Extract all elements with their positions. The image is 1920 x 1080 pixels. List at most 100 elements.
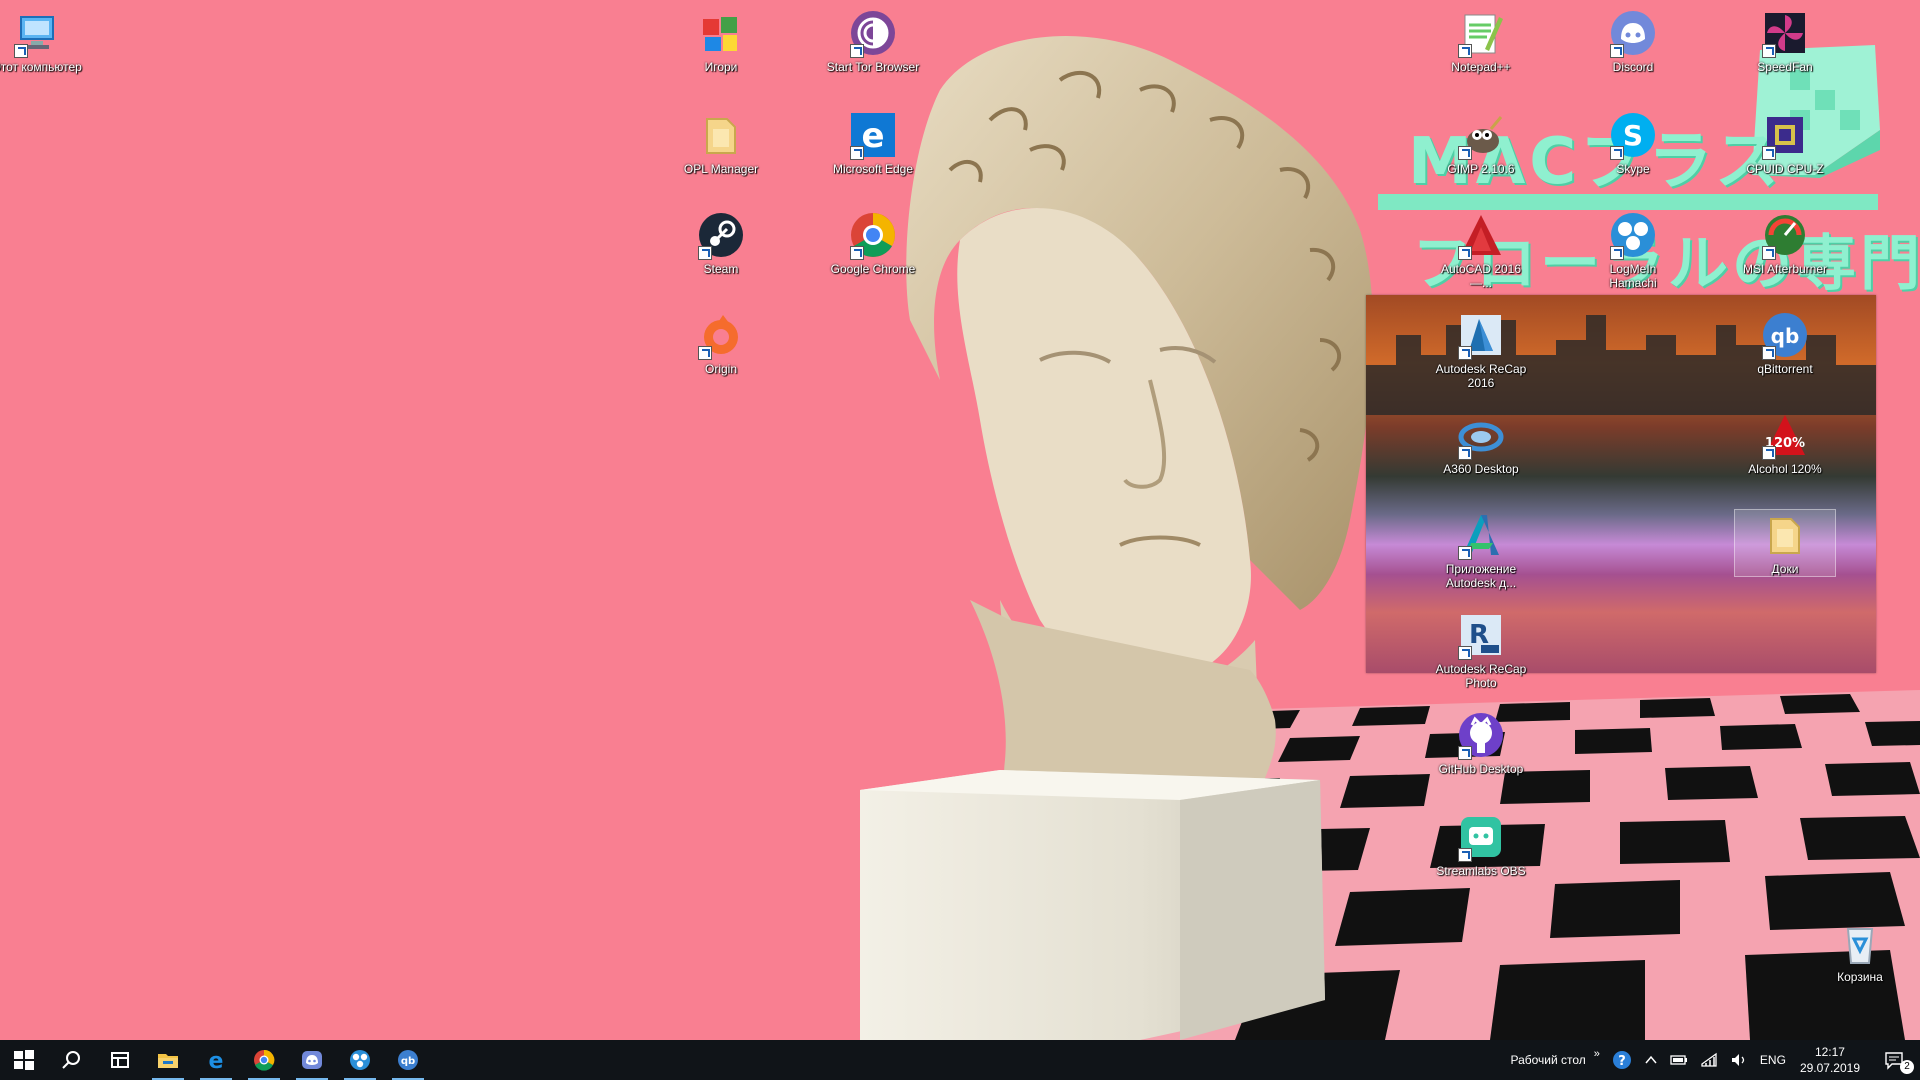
folder-icon	[696, 110, 746, 160]
chevron-up-icon	[1645, 1055, 1657, 1064]
battery-icon	[1670, 1055, 1687, 1065]
qbittorrent-button[interactable]: qb	[384, 1040, 432, 1080]
qbittorrent-icon: qb	[1760, 310, 1810, 360]
desktop-icon-opl-manager[interactable]: OPL Manager	[671, 110, 771, 176]
network-tray-icon[interactable]	[1694, 1040, 1724, 1080]
desktop-icon-label: Streamlabs OBS	[1436, 864, 1526, 878]
desktop-icon-label: Autodesk ReCap 2016	[1435, 362, 1527, 390]
desktop-icon-a360[interactable]: A360 Desktop	[1431, 410, 1531, 476]
volume-tray-icon[interactable]	[1724, 1040, 1754, 1080]
svg-text:qb: qb	[401, 1056, 415, 1067]
autodesk-icon	[1456, 510, 1506, 560]
afterburner-icon	[1760, 210, 1810, 260]
question-icon: ?	[1612, 1051, 1631, 1069]
notification-count-badge: 2	[1900, 1060, 1914, 1074]
desktop-icon-label: AutoCAD 2016 —...	[1440, 262, 1522, 290]
help-tray-icon[interactable]: ?	[1606, 1040, 1638, 1080]
streamlabs-icon	[1456, 812, 1506, 862]
desktop-icon-games[interactable]: Игори	[671, 8, 771, 74]
desktop-icon-autodesk-app[interactable]: Приложение Autodesk д...	[1431, 510, 1531, 590]
action-center-button[interactable]: 2	[1868, 1040, 1920, 1080]
desktop-icon-label: GitHub Desktop	[1438, 762, 1524, 776]
desktop-icon-label: LogMeIn Hamachi	[1609, 262, 1657, 290]
a360-icon	[1456, 410, 1506, 460]
svg-text:e: e	[209, 1049, 224, 1072]
clock-date: 29.07.2019	[1799, 1061, 1860, 1075]
desktop-icon-notepad[interactable]: Notepad++	[1431, 8, 1531, 74]
desktop-icon-autocad[interactable]: AutoCAD 2016 —...	[1431, 210, 1531, 290]
desktop-icon-speedfan[interactable]: SpeedFan	[1735, 8, 1835, 74]
desktop-icon-label: Skype	[1616, 162, 1650, 176]
desktop-icon-this-pc[interactable]: Этот компьютер	[0, 8, 87, 74]
desktop-icon-label: MSI Afterburner	[1742, 262, 1828, 276]
desktop-icon-label: Игори	[704, 60, 738, 74]
show-hidden-icons-button[interactable]	[1638, 1040, 1664, 1080]
desktop-icon-gimp[interactable]: GIMP 2.10.6	[1431, 110, 1531, 176]
desktop-icon-label: Autodesk ReCap Photo	[1435, 662, 1527, 690]
desktop-icon-label: CPUID CPU-Z	[1746, 162, 1824, 176]
search-button[interactable]	[48, 1040, 96, 1080]
desktop-icon-recap-photo[interactable]: R Autodesk ReCap Photo	[1431, 610, 1531, 690]
desktop-icon-cpuz[interactable]: CPUID CPU-Z	[1735, 110, 1835, 176]
desktop-icon-label: SpeedFan	[1757, 60, 1813, 74]
edge-icon: e	[209, 1049, 224, 1072]
desktop-icon-streamlabs[interactable]: Streamlabs OBS	[1431, 812, 1531, 878]
desktop-icon-recycle-bin[interactable]: Корзина	[1810, 918, 1910, 984]
origin-icon	[696, 310, 746, 360]
svg-text:S: S	[1623, 119, 1643, 152]
gimp-icon	[1456, 110, 1506, 160]
desktop-icon-hamachi[interactable]: LogMeIn Hamachi	[1583, 210, 1683, 290]
clock-time: 12:17	[1814, 1045, 1845, 1059]
folder-icon	[1760, 510, 1810, 560]
desktop-icon-alcohol[interactable]: 120% Alcohol 120%	[1735, 410, 1835, 476]
explorer-button[interactable]	[144, 1040, 192, 1080]
desktop-icon-label: Microsoft Edge	[832, 162, 914, 176]
desktop-icon-docs[interactable]: Доки	[1734, 509, 1836, 577]
desktop-icon-steam[interactable]: Steam	[671, 210, 771, 276]
desktop-icon-github[interactable]: GitHub Desktop	[1431, 710, 1531, 776]
discord-button[interactable]	[288, 1040, 336, 1080]
edge-icon: e	[848, 110, 898, 160]
desktop-icon-afterburner[interactable]: MSI Afterburner	[1735, 210, 1835, 276]
desktop-icon-label: Notepad++	[1451, 60, 1511, 74]
start-button[interactable]	[0, 1040, 48, 1080]
desktop-icon-label: Корзина	[1837, 970, 1883, 984]
desktop-icon-label: Alcohol 120%	[1748, 462, 1822, 476]
desktop-icon-qbittorrent[interactable]: qb qBittorrent	[1735, 310, 1835, 376]
tor-icon	[848, 8, 898, 58]
desktop-icon-discord[interactable]: Discord	[1583, 8, 1683, 74]
windows-icon	[14, 1050, 34, 1070]
wifi-icon	[1701, 1052, 1717, 1067]
recycle-bin-icon	[1835, 918, 1885, 968]
desktop-icon-chrome[interactable]: Google Chrome	[823, 210, 923, 276]
task-view-button[interactable]	[96, 1040, 144, 1080]
desktop-icon-tor[interactable]: Start Tor Browser	[823, 8, 923, 74]
desktop-icon-skype[interactable]: S Skype	[1583, 110, 1683, 176]
desktop-toolbar[interactable]: Рабочий стол »	[1504, 1040, 1605, 1080]
desktop-icon-label: Origin	[704, 362, 737, 376]
hamachi-button[interactable]	[336, 1040, 384, 1080]
recap-photo-icon: R	[1456, 610, 1506, 660]
games-folder-icon	[696, 8, 746, 58]
hamachi-icon	[1608, 210, 1658, 260]
chrome-icon	[848, 210, 898, 260]
notepad-icon	[1456, 8, 1506, 58]
qbittorrent-icon: qb	[398, 1050, 418, 1070]
chrome-button[interactable]	[240, 1040, 288, 1080]
alcohol-icon: 120%	[1760, 410, 1810, 460]
language-indicator[interactable]: ENG	[1754, 1040, 1792, 1080]
desktop-icon-label: A360 Desktop	[1443, 462, 1519, 476]
svg-text:qb: qb	[1771, 324, 1800, 348]
desktop-icon-label: Доки	[1771, 562, 1799, 576]
speaker-icon	[1731, 1054, 1745, 1066]
clock[interactable]: 12:17 29.07.2019	[1792, 1040, 1868, 1080]
desktop-icon-recap-2016[interactable]: Autodesk ReCap 2016	[1431, 310, 1531, 390]
desktop-icon-edge[interactable]: e Microsoft Edge	[823, 110, 923, 176]
desktop-icon-label: Google Chrome	[830, 262, 916, 276]
speedfan-icon	[1760, 8, 1810, 58]
battery-tray-icon[interactable]	[1664, 1040, 1694, 1080]
taskbar: e qb Рабочий стол » ? ENG 12:17 29.07.20…	[0, 1040, 1920, 1080]
desktop-icon-origin[interactable]: Origin	[671, 310, 771, 376]
desktop-toolbar-label: Рабочий стол	[1510, 1053, 1586, 1067]
edge-button[interactable]: e	[192, 1040, 240, 1080]
